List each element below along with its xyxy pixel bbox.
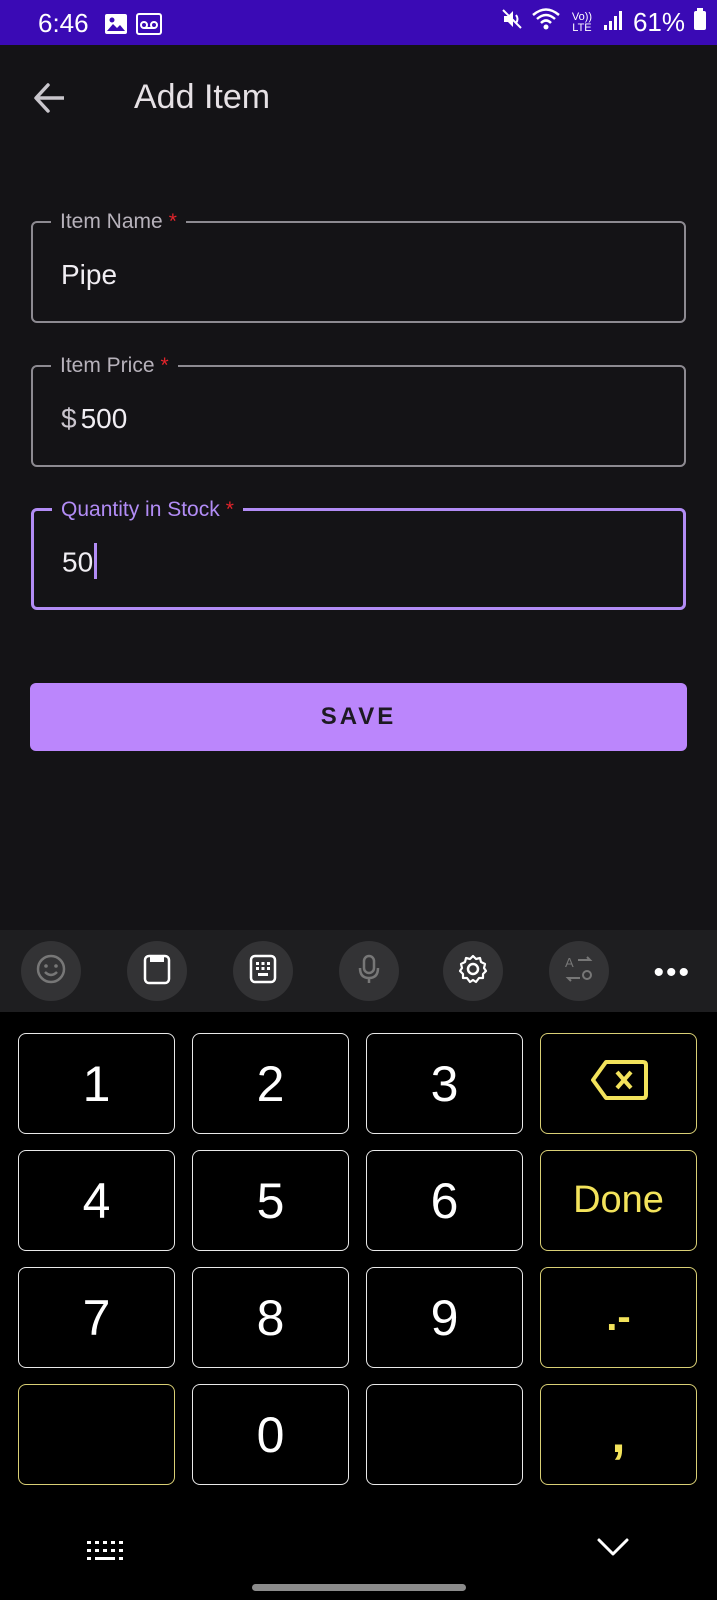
voicemail-icon	[136, 11, 162, 42]
settings-button[interactable]	[443, 941, 503, 1001]
quantity-field[interactable]: Quantity in Stock * 50	[31, 497, 686, 610]
key-9[interactable]: 9	[366, 1267, 523, 1368]
required-mark: *	[168, 210, 177, 233]
svg-text:A: A	[565, 955, 574, 970]
keyboard-toolbar: A •••	[0, 930, 717, 1012]
empty-key-right[interactable]	[366, 1384, 523, 1485]
item-price-value: 500	[80, 403, 128, 434]
microphone-button[interactable]	[339, 941, 399, 1001]
clipboard-button[interactable]	[127, 941, 187, 1001]
backspace-key[interactable]	[540, 1033, 697, 1134]
back-button[interactable]	[30, 78, 70, 118]
text-caret	[94, 543, 98, 579]
item-price-label: Item Price *	[51, 353, 178, 379]
key-6[interactable]: 6	[366, 1150, 523, 1251]
comma-key[interactable]: ,	[540, 1384, 697, 1485]
translate-button[interactable]: A	[549, 941, 609, 1001]
signal-icon	[603, 7, 625, 38]
key-7[interactable]: 7	[18, 1267, 175, 1368]
item-name-label: Item Name *	[51, 209, 186, 235]
clipboard-icon	[142, 953, 172, 990]
keyboard-switch-button[interactable]	[86, 1540, 126, 1571]
emoji-icon	[35, 953, 67, 990]
quantity-label: Quantity in Stock *	[52, 497, 243, 523]
chevron-down-icon	[596, 1538, 630, 1562]
key-2[interactable]: 2	[192, 1033, 349, 1134]
status-bar: 6:46 Vo)) LTE 61%	[0, 0, 717, 45]
emoji-button[interactable]	[21, 941, 81, 1001]
gallery-icon	[104, 11, 128, 42]
keypad-icon	[248, 953, 278, 990]
network-label: Vo)) LTE	[571, 10, 593, 34]
currency-prefix: $	[61, 403, 77, 434]
key-5[interactable]: 5	[192, 1150, 349, 1251]
item-name-field[interactable]: Item Name * Pipe	[31, 209, 686, 323]
arrow-back-icon	[30, 83, 70, 122]
keyboard-icon	[86, 1541, 126, 1570]
navigation-handle[interactable]	[252, 1584, 466, 1591]
keypad-button[interactable]	[233, 941, 293, 1001]
hide-keyboard-button[interactable]	[596, 1536, 630, 1563]
dot-minus-key[interactable]: .-	[540, 1267, 697, 1368]
wifi-icon	[531, 7, 561, 38]
required-mark: *	[225, 498, 234, 521]
battery-icon	[693, 7, 707, 38]
translate-icon: A	[562, 953, 596, 990]
key-4[interactable]: 4	[18, 1150, 175, 1251]
done-key[interactable]: Done	[540, 1150, 697, 1251]
key-0[interactable]: 0	[192, 1384, 349, 1485]
item-name-value: Pipe	[61, 259, 118, 290]
backspace-icon	[590, 1055, 648, 1113]
quantity-value: 50	[62, 546, 94, 578]
more-options-button[interactable]: •••	[653, 956, 691, 990]
key-8[interactable]: 8	[192, 1267, 349, 1368]
key-1[interactable]: 1	[18, 1033, 175, 1134]
item-price-field[interactable]: Item Price * $500	[31, 353, 686, 467]
microphone-icon	[354, 953, 384, 990]
battery-label: 61%	[632, 7, 685, 37]
page-title: Add Item	[134, 78, 271, 116]
settings-icon	[457, 953, 489, 990]
empty-key-left[interactable]	[18, 1384, 175, 1485]
status-time: 6:46	[38, 8, 89, 38]
mute-icon	[501, 7, 523, 38]
key-3[interactable]: 3	[366, 1033, 523, 1134]
required-mark: *	[160, 354, 169, 377]
save-button[interactable]: SAVE	[30, 683, 687, 751]
